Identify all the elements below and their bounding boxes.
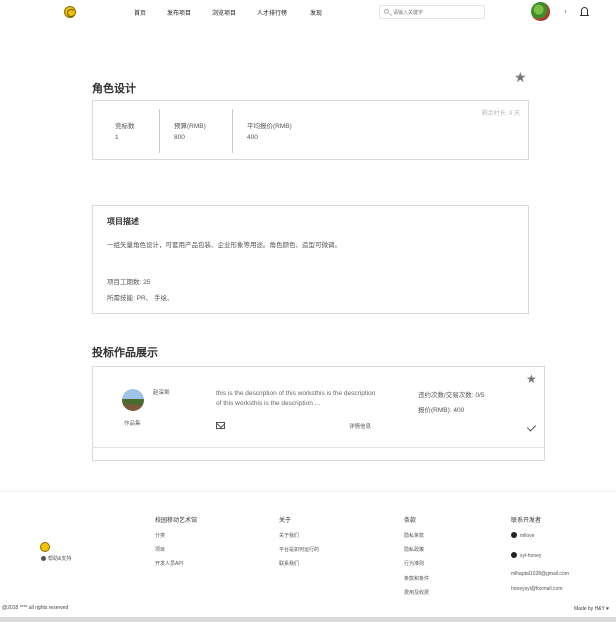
nav-browse-projects[interactable]: 浏览项目 — [212, 8, 236, 17]
search-icon[interactable] — [384, 9, 389, 14]
top-navbar: 首页 发布项目 浏览项目 人才排行榜 发现 — [0, 0, 616, 24]
footer-link[interactable]: 分类 — [155, 532, 165, 539]
horizontal-scrollbar[interactable] — [0, 617, 616, 622]
user-avatar[interactable] — [531, 2, 550, 21]
help-support-label: 帮助&支持 — [48, 556, 72, 562]
email-link[interactable]: honeysyl@foxmail.com — [511, 586, 562, 592]
made-by-text: Made by H&Y ♥ — [574, 606, 610, 612]
check-icon[interactable] — [526, 422, 537, 432]
project-info-card: 剩余时长: 9 天 竞标数 1 预算(RMB) 800 平均报价(RMB) 40… — [92, 100, 529, 160]
avg-quote-label: 平均报价(RMB) — [247, 123, 292, 130]
nav-discover[interactable]: 发现 — [310, 8, 322, 17]
footer-link[interactable]: 条款和条件 — [404, 575, 429, 582]
footer-link[interactable]: 联系我们 — [279, 560, 299, 567]
footer-link[interactable]: 隐私条款 — [404, 532, 424, 539]
work-author-name[interactable]: 赵深圳 — [153, 388, 170, 396]
favorite-star-icon[interactable]: ★ — [526, 373, 537, 385]
required-skills: 所需技能: PR、 手绘、 — [107, 295, 174, 302]
budget-value: 800 — [174, 134, 185, 141]
help-icon — [41, 556, 46, 561]
avg-quote-value: 400 — [247, 134, 258, 141]
favorite-star-icon[interactable]: ★ — [514, 70, 527, 84]
nav-home[interactable]: 首页 — [134, 8, 146, 17]
search-box — [379, 5, 485, 19]
project-title: 角色设计 — [92, 83, 136, 95]
violation-stat: 违约次数/交易次数: 0/5 — [418, 392, 485, 399]
contact-title: 联系开发者 — [511, 518, 542, 524]
github-link-mllove[interactable]: mllove — [511, 532, 534, 539]
work-divider — [93, 447, 544, 448]
footer-link[interactable]: 关于我们 — [279, 532, 299, 539]
footer-col-title: 条款 — [404, 518, 417, 524]
footer-col-title: 关于 — [279, 518, 292, 524]
mail-icon[interactable] — [216, 422, 225, 429]
footer: 帮助&支持 校园移动艺术馆 分类 项目 开发人员API 关于 关于我们 平台是如… — [0, 491, 616, 622]
copyright-text: @2018 **** all rights reserved — [2, 605, 69, 611]
footer-link[interactable]: 平台是如何运行的 — [279, 546, 319, 553]
github-icon — [511, 552, 517, 558]
project-description-card: 项目描述 一组矢量角色设计，可套用产品包装、企业形象等用途。角色颜色、造型可微调… — [92, 205, 529, 314]
remaining-time: 剩余时长: 9 天 — [481, 111, 520, 117]
bid-count-value: 1 — [115, 134, 119, 141]
notification-bell-icon[interactable] — [580, 7, 589, 16]
search-input[interactable] — [393, 8, 481, 17]
description-title: 项目描述 — [107, 217, 139, 226]
work-card: 赵深圳 作品集 this is the description of this … — [92, 366, 545, 461]
footer-link[interactable]: 隐私政策 — [404, 546, 424, 553]
footer-logo-icon — [40, 542, 50, 552]
footer-link[interactable]: 行为准则 — [404, 560, 424, 567]
bid-count-label: 竞标数 — [115, 123, 135, 130]
github-username: mllove — [520, 533, 535, 539]
footer-link[interactable]: 项目 — [155, 546, 165, 553]
works-section-title: 投标作品展示 — [92, 347, 158, 359]
nav-separator — [565, 10, 566, 13]
nav-talent-ranking[interactable]: 人才排行榜 — [257, 8, 287, 17]
stat-divider — [159, 109, 160, 153]
nav-publish-project[interactable]: 发布项目 — [167, 8, 191, 17]
help-support-link[interactable]: 帮助&支持 — [41, 555, 71, 562]
github-icon — [511, 532, 517, 538]
description-text: 一组矢量角色设计，可套用产品包装、企业形象等用途。角色颜色、造型可微调。 — [107, 242, 341, 249]
project-period: 项目工期数: 25 — [107, 279, 151, 286]
email-link[interactable]: mlhaptal1028@gmail.com — [511, 571, 569, 577]
budget-label: 预算(RMB) — [174, 123, 206, 130]
stat-divider — [232, 109, 233, 153]
detail-info-link[interactable]: 详情信息 — [349, 422, 371, 430]
work-author-avatar[interactable] — [122, 389, 144, 411]
work-description: this is the description of this worksthi… — [216, 390, 376, 407]
site-logo-icon[interactable] — [64, 6, 76, 18]
github-username: syl-honey — [520, 553, 542, 559]
github-link-syl-honey[interactable]: syl-honey — [511, 552, 541, 559]
quote-stat: 报价(RMB): 400 — [418, 407, 465, 414]
footer-col-title: 校园移动艺术馆 — [155, 518, 198, 524]
gallery-link[interactable]: 作品集 — [124, 419, 141, 427]
footer-link[interactable]: 开发人员API — [155, 560, 183, 567]
footer-link[interactable]: 费用及收费 — [404, 589, 429, 596]
